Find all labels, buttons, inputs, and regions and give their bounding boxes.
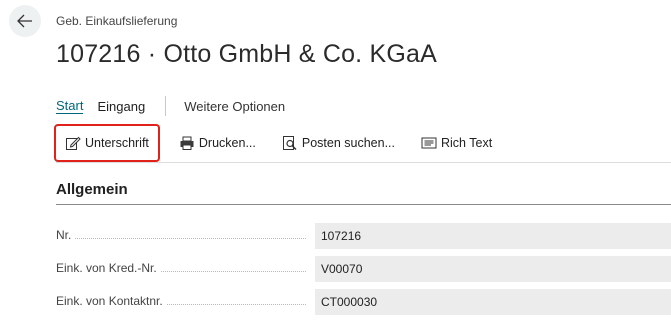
- action-bar: Unterschrift Drucken... Posten suchen...…: [54, 124, 510, 162]
- rich-text-icon: [421, 137, 437, 149]
- field-value-nr[interactable]: 107216: [315, 223, 671, 249]
- action-tabs: Start Eingang Weitere Optionen: [56, 96, 299, 116]
- field-label-nr: Nr.: [56, 228, 76, 242]
- field-label-vendor-no: Eink. von Kred.-Nr.: [56, 261, 161, 275]
- back-button[interactable]: [9, 5, 41, 37]
- section-divider: [56, 204, 671, 205]
- section-title-allgemein[interactable]: Allgemein: [56, 181, 128, 198]
- print-button[interactable]: Drucken...: [171, 128, 264, 158]
- field-row-vendor-no: Eink. von Kred.-Nr. V00070: [56, 256, 671, 282]
- tab-separator: [165, 96, 167, 116]
- field-row-contact-no: Eink. von Kontaktnr. CT000030: [56, 289, 671, 315]
- tab-start[interactable]: Start: [56, 98, 84, 114]
- find-entries-icon: [282, 136, 297, 151]
- signature-button[interactable]: Unterschrift: [54, 124, 160, 162]
- field-leader-dots: [56, 238, 306, 239]
- find-entries-button-label: Posten suchen...: [301, 136, 395, 150]
- tab-eingang[interactable]: Eingang: [97, 99, 145, 114]
- field-label-contact-no: Eink. von Kontaktnr.: [56, 294, 167, 308]
- tab-more-options[interactable]: Weitere Optionen: [184, 99, 285, 114]
- rich-text-button[interactable]: Rich Text: [413, 128, 500, 158]
- arrow-left-icon: [17, 14, 32, 28]
- field-row-nr: Nr. 107216: [56, 223, 671, 249]
- signature-button-label: Unterschrift: [85, 136, 149, 150]
- breadcrumb: Geb. Einkaufslieferung: [56, 14, 178, 28]
- action-bar-divider: [56, 162, 671, 163]
- print-button-label: Drucken...: [198, 136, 256, 150]
- field-value-vendor-no[interactable]: V00070: [315, 256, 671, 282]
- signature-edit-icon: [66, 136, 81, 150]
- rich-text-button-label: Rich Text: [441, 136, 493, 150]
- printer-icon: [180, 136, 194, 150]
- page-title: 107216 · Otto GmbH & Co. KGaA: [56, 40, 437, 68]
- field-value-contact-no[interactable]: CT000030: [315, 289, 671, 315]
- find-entries-button[interactable]: Posten suchen...: [274, 128, 403, 158]
